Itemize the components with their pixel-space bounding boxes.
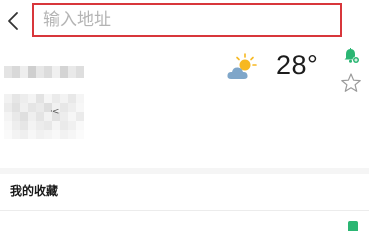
favorite-item-icon[interactable] — [348, 221, 358, 231]
address-input[interactable] — [34, 9, 340, 31]
weather-widget[interactable]: 28° — [226, 50, 336, 85]
back-button[interactable] — [2, 7, 24, 35]
top-bar — [0, 0, 369, 42]
favorites-section-header: 我的收藏 — [0, 174, 369, 204]
bell-plus-icon — [344, 48, 360, 64]
partly-cloudy-icon — [227, 53, 257, 79]
temperature: 28° — [276, 50, 319, 80]
favorite-button[interactable] — [340, 72, 362, 94]
divider — [0, 210, 369, 211]
pixelated-region — [4, 94, 84, 139]
chevron-left-icon — [8, 12, 18, 30]
pixelated-region — [4, 66, 84, 78]
cursor-icon: ·< — [50, 107, 59, 117]
address-bar[interactable] — [32, 3, 342, 37]
reminder-button[interactable] — [342, 46, 360, 64]
favorites-title: 我的收藏 — [10, 184, 59, 198]
star-outline-icon — [341, 73, 361, 92]
